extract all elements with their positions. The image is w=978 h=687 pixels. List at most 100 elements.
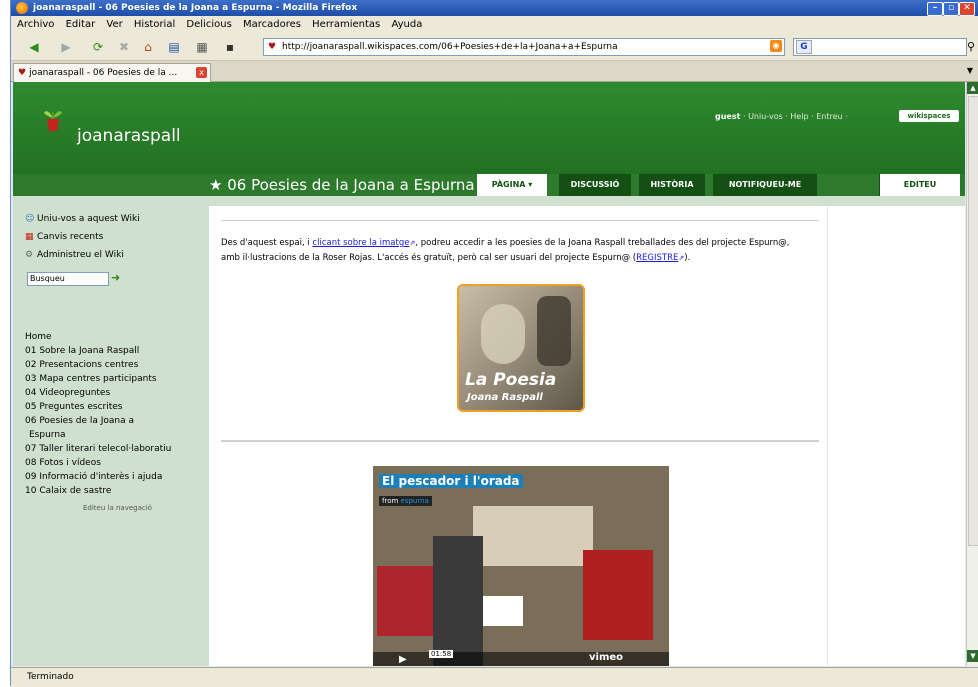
menu-ver[interactable]: Ver — [106, 16, 122, 34]
maximize-button[interactable]: ▫ — [943, 2, 959, 16]
plant-pot-icon — [44, 111, 62, 131]
calendar-icon: ▦ — [25, 232, 34, 242]
tab-notifiqueu[interactable]: NOTIFIQUEU-ME — [713, 174, 817, 196]
url-bar[interactable]: ♥ http://joanaraspall.wikispaces.com/06+P… — [263, 38, 785, 56]
status-bar: Terminado — [11, 667, 978, 687]
video-scene-right — [583, 550, 653, 640]
right-column — [827, 206, 965, 666]
poesia-title: La Poesia — [465, 370, 557, 390]
main-content: Des d'aquest espai, i clicant sobre la i… — [209, 206, 827, 666]
tab-bar: ♥ joanaraspall - 06 Poesies de la ... x ▼ — [11, 61, 978, 82]
status-text: Terminado — [27, 672, 74, 682]
vimeo-logo[interactable]: vimeo — [589, 652, 623, 663]
nav-item-10[interactable]: 10 Calaix de sastre — [25, 486, 111, 496]
edit-navigation-link[interactable]: Editeu la navegació — [83, 504, 152, 512]
page-title: ★ 06 Poesies de la Joana a Espurna — [209, 176, 475, 194]
nav-item-05[interactable]: 05 Preguntes escrites — [25, 402, 123, 412]
scroll-down-icon[interactable]: ▼ — [967, 650, 978, 662]
navigation-toolbar: ◀ ▶ ⟳ ✖ ⌂ ▤ ▦ ▪ ♥ http://joanaraspall.wik… — [11, 34, 978, 61]
nav-item-02[interactable]: 02 Presentacions centres — [25, 360, 138, 370]
nav-item-06-cont[interactable]: Espurna — [29, 430, 66, 440]
tab-historia[interactable]: HISTÒRIA — [639, 174, 705, 196]
video-scene-left — [377, 566, 437, 636]
video-title[interactable]: El pescador i l'orada — [379, 474, 523, 488]
tab-pagina[interactable]: PÀGINA ▾ — [477, 174, 547, 196]
edit-button[interactable]: EDITEU — [879, 174, 960, 196]
nav-item-01[interactable]: 01 Sobre la Joana Raspall — [25, 346, 139, 356]
menu-archivo[interactable]: Archivo — [17, 16, 54, 34]
home-icon[interactable]: ⌂ — [141, 40, 155, 54]
menu-herramientas[interactable]: Herramientas — [312, 16, 380, 34]
account-links[interactable]: · Uniu-vos · Help · Entreu · — [743, 112, 848, 121]
recent-changes-link[interactable]: ▦ Canvis recents — [25, 232, 103, 242]
nav-item-06[interactable]: 06 Poesies de la Joana a — [25, 416, 134, 426]
join-wiki-label: Uniu-vos a aquest Wiki — [37, 214, 140, 224]
play-icon[interactable]: ▶ — [399, 654, 407, 665]
tab-close-icon[interactable]: x — [196, 67, 207, 78]
video-time: 01:58 — [429, 650, 454, 658]
admin-wiki-link[interactable]: ⚙ Administreu el Wiki — [25, 250, 124, 260]
scroll-thumb[interactable] — [968, 96, 978, 546]
search-go-icon[interactable]: ⚲ — [967, 40, 975, 53]
video-author-link[interactable]: espurna — [401, 497, 429, 505]
url-text: http://joanaraspall.wikispaces.com/06+Po… — [282, 42, 618, 52]
close-button[interactable]: ✕ — [959, 2, 975, 16]
save-icon[interactable]: ▪ — [223, 40, 237, 54]
top-divider — [221, 220, 819, 221]
search-arrow-icon[interactable]: ➜ — [111, 271, 120, 284]
wikispaces-button[interactable]: wikispaces — [899, 110, 959, 122]
menu-delicious[interactable]: Delicious — [186, 16, 231, 34]
nav-item-03[interactable]: 03 Mapa centres participants — [25, 374, 157, 384]
nav-item-04[interactable]: 04 Videopreguntes — [25, 388, 110, 398]
intro-text-a: Des d'aquest espai, i — [221, 238, 313, 248]
recent-changes-label: Canvis recents — [37, 232, 104, 242]
search-box[interactable]: G — [793, 38, 967, 56]
reload-icon[interactable]: ⟳ — [91, 40, 105, 54]
minimize-button[interactable]: – — [927, 2, 943, 16]
video-scene-girl — [433, 536, 483, 666]
menu-bar: Archivo Editar Ver Historial Delicious M… — [11, 16, 978, 34]
la-poesia-image[interactable]: La Poesia Joana Raspall — [457, 284, 585, 412]
tab-favicon: ♥ — [18, 68, 27, 78]
nav-item-09[interactable]: 09 Informació d'interès i ajuda — [25, 472, 162, 482]
gear-icon: ⚙ — [25, 250, 34, 260]
inkwell-shape — [537, 296, 571, 366]
scroll-up-icon[interactable]: ▲ — [967, 82, 978, 94]
page-viewport: joanaraspall guest · Uniu-vos · Help · E… — [13, 82, 965, 666]
mid-divider — [221, 440, 819, 442]
firefox-icon — [16, 2, 28, 14]
vertical-scrollbar[interactable]: ▲ ▼ — [966, 82, 978, 666]
menu-editar[interactable]: Editar — [66, 16, 96, 34]
register-link[interactable]: REGISTRE — [636, 253, 678, 263]
tab-discussio[interactable]: DISCUSSIÓ — [559, 174, 631, 196]
video-from-label: from — [382, 497, 399, 505]
join-wiki-link[interactable]: ☺ Uniu-vos a aquest Wiki — [25, 214, 140, 224]
print-icon[interactable]: ▦ — [195, 40, 209, 54]
video-scene-board — [473, 506, 593, 566]
tab-joanaraspall[interactable]: ♥ joanaraspall - 06 Poesies de la ... x — [13, 63, 211, 82]
site-favicon: ♥ — [268, 42, 277, 52]
title-bar: joanaraspall - 06 Poesies de la Joana a … — [11, 0, 978, 16]
image-link[interactable]: clicant sobre la imatge — [312, 238, 409, 248]
rss-icon[interactable]: ◉ — [770, 40, 782, 52]
window-title: joanaraspall - 06 Poesies de la Joana a … — [33, 3, 358, 13]
vimeo-video-player[interactable]: El pescador i l'orada from espurna ▶ 01:… — [373, 466, 669, 666]
nav-item-07[interactable]: 07 Taller literari telecol·laboratiu — [25, 444, 171, 454]
back-icon[interactable]: ◀ — [27, 40, 41, 54]
menu-historial[interactable]: Historial — [134, 16, 175, 34]
site-name[interactable]: joanaraspall — [77, 126, 181, 146]
users-icon: ☺ — [25, 214, 35, 224]
tab-list-icon[interactable]: ▼ — [967, 66, 973, 75]
stop-icon[interactable]: ✖ — [117, 40, 131, 54]
nav-item-08[interactable]: 08 Fotos i vídeos — [25, 458, 101, 468]
menu-marcadores[interactable]: Marcadores — [243, 16, 301, 34]
nav-home[interactable]: Home — [25, 332, 52, 342]
site-header: joanaraspall guest · Uniu-vos · Help · E… — [13, 82, 965, 196]
bookmarks-icon[interactable]: ▤ — [167, 40, 181, 54]
menu-ayuda[interactable]: Ayuda — [391, 16, 422, 34]
search-input[interactable]: Busqueu — [27, 272, 109, 286]
guest-label: guest — [715, 112, 741, 121]
video-controls — [373, 652, 669, 666]
google-icon[interactable]: G — [796, 40, 812, 54]
forward-icon[interactable]: ▶ — [59, 40, 73, 54]
